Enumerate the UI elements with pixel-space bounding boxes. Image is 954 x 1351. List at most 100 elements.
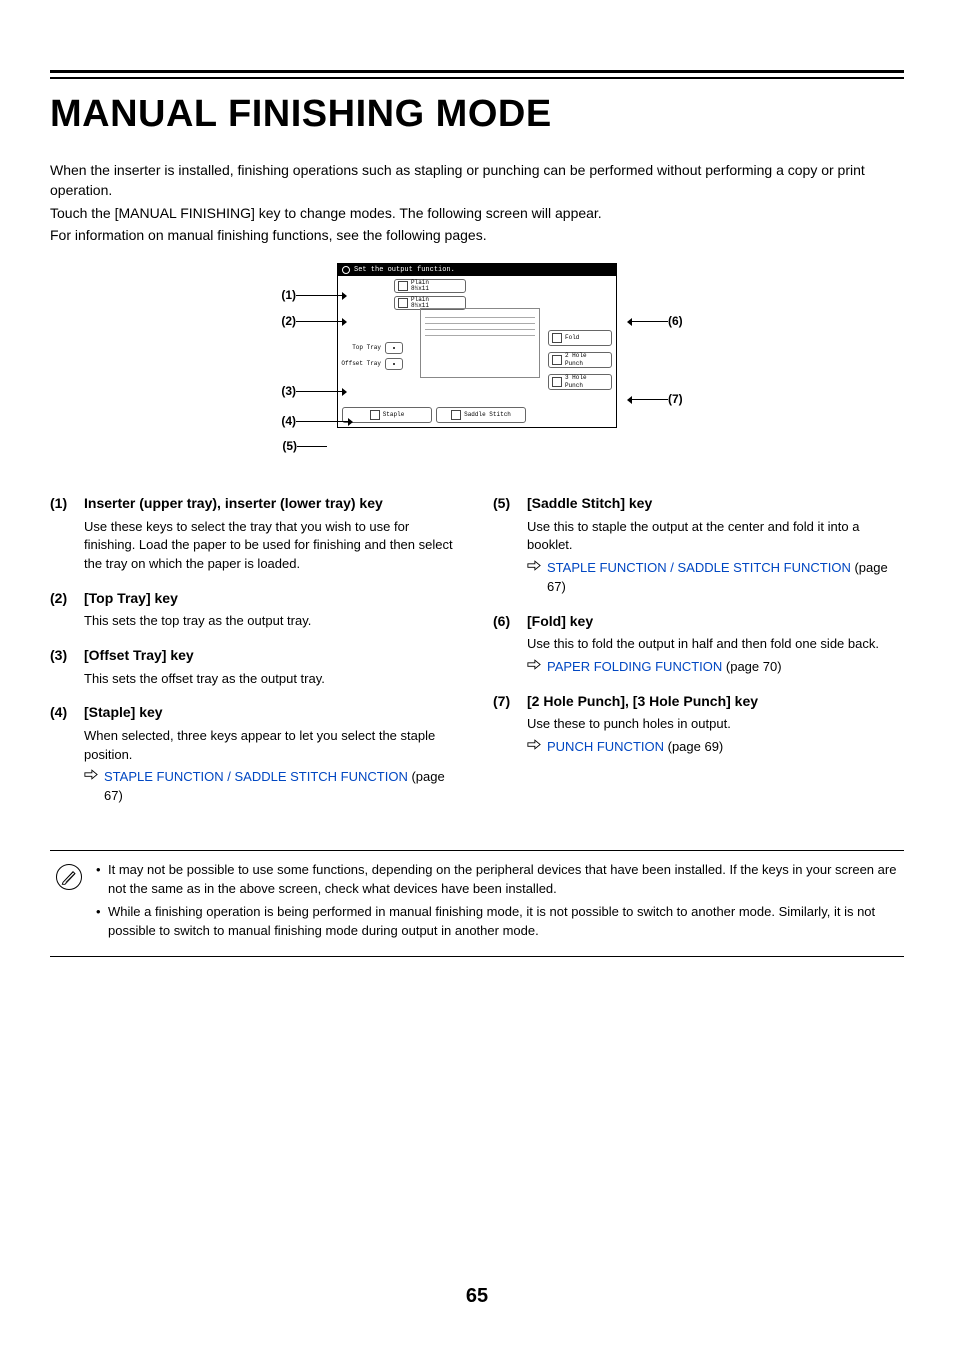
note-box: It may not be possible to use some funct… [50, 850, 904, 957]
spacer [530, 407, 612, 423]
bottom-button-group: Staple Saddle Stitch [342, 407, 612, 423]
item-7: (7) [2 Hole Punch], [3 Hole Punch] key U… [493, 691, 904, 757]
offset-tray-icon [393, 363, 395, 365]
punch-3-button[interactable]: 3 Hole Punch [548, 374, 612, 390]
link-paper-folding[interactable]: PAPER FOLDING FUNCTION [547, 659, 722, 674]
banner-text: Set the output function. [354, 265, 455, 275]
key-descriptions: (1) Inserter (upper tray), inserter (low… [50, 493, 904, 820]
right-button-group: Fold 2 Hole Punch 3 Hole Punch [548, 330, 612, 390]
right-column: (5) [Saddle Stitch] key Use this to stap… [493, 493, 904, 820]
callout-2: (2) [267, 313, 347, 330]
double-rule [50, 70, 904, 79]
top-tray-row: Top Tray [341, 342, 403, 354]
note-item: While a finishing operation is being per… [96, 903, 898, 941]
cross-ref: STAPLE FUNCTION / SADDLE STITCH FUNCTION… [84, 768, 461, 806]
item-desc: Use this to staple the output at the cen… [527, 518, 904, 556]
item-desc: Use these to punch holes in output. [527, 715, 904, 734]
note-item: It may not be possible to use some funct… [96, 861, 898, 899]
saddle-icon [451, 410, 461, 420]
item-title: [Fold] key [527, 611, 904, 631]
link-page: (page 70) [722, 659, 781, 674]
punch-icon [552, 377, 562, 387]
intro-block: When the inserter is installed, finishin… [50, 160, 904, 245]
page-title: MANUAL FINISHING MODE [50, 87, 904, 142]
item-title: [Top Tray] key [84, 588, 461, 608]
screen-banner: Set the output function. [338, 264, 616, 276]
item-num: (4) [50, 702, 84, 806]
note-list: It may not be possible to use some funct… [96, 861, 898, 944]
finishing-screen-diagram: Set the output function. Plain 8½x11 Pla… [267, 263, 687, 463]
staple-icon [370, 410, 380, 420]
inserter-upper-tray-button[interactable]: Plain 8½x11 [394, 279, 466, 293]
item-4: (4) [Staple] key When selected, three ke… [50, 702, 461, 806]
item-desc: Use this to fold the output in half and … [527, 635, 904, 654]
paper-size: 8½x11 [411, 286, 429, 292]
cross-ref: PAPER FOLDING FUNCTION (page 70) [527, 658, 904, 677]
item-desc: This sets the top tray as the output tra… [84, 612, 461, 631]
saddle-label: Saddle Stitch [464, 411, 511, 420]
page-number: 65 [0, 1282, 954, 1311]
pointer-icon [84, 769, 98, 780]
item-num: (7) [493, 691, 527, 757]
intro-p2: Touch the [MANUAL FINISHING] key to chan… [50, 203, 904, 223]
item-title: [Offset Tray] key [84, 645, 461, 665]
tray-icon [398, 281, 408, 291]
item-num: (3) [50, 645, 84, 688]
item-title: [Saddle Stitch] key [527, 493, 904, 513]
top-tray-button[interactable] [385, 342, 403, 354]
fold-label: Fold [565, 334, 579, 343]
top-tray-icon [393, 347, 395, 349]
saddle-stitch-button[interactable]: Saddle Stitch [436, 407, 526, 423]
callout-6: (6) [627, 313, 687, 330]
fold-button[interactable]: Fold [548, 330, 612, 346]
item-5: (5) [Saddle Stitch] key Use this to stap… [493, 493, 904, 597]
link-staple-saddle[interactable]: STAPLE FUNCTION / SADDLE STITCH FUNCTION [104, 769, 408, 784]
item-desc: When selected, three keys appear to let … [84, 727, 461, 765]
callout-1: (1) [267, 287, 347, 304]
link-page: (page 69) [664, 739, 723, 754]
callout-4: (4) [267, 413, 353, 430]
top-tray-label: Top Tray [341, 344, 381, 353]
offset-tray-row: Offset Tray [341, 358, 403, 370]
pointer-icon [527, 659, 541, 670]
device-screen: Set the output function. Plain 8½x11 Pla… [337, 263, 617, 428]
diagram-container: Set the output function. Plain 8½x11 Pla… [50, 263, 904, 463]
item-desc: This sets the offset tray as the output … [84, 670, 461, 689]
item-2: (2) [Top Tray] key This sets the top tra… [50, 588, 461, 631]
offset-tray-label: Offset Tray [341, 360, 381, 369]
item-6: (6) [Fold] key Use this to fold the outp… [493, 611, 904, 677]
callout-3: (3) [267, 383, 347, 400]
item-title: Inserter (upper tray), inserter (lower t… [84, 493, 461, 513]
link-punch[interactable]: PUNCH FUNCTION [547, 739, 664, 754]
intro-p1: When the inserter is installed, finishin… [50, 160, 904, 201]
cross-ref: STAPLE FUNCTION / SADDLE STITCH FUNCTION… [527, 559, 904, 597]
intro-p3: For information on manual finishing func… [50, 225, 904, 245]
cross-ref: PUNCH FUNCTION (page 69) [527, 738, 904, 757]
staple-label: Staple [383, 411, 405, 420]
globe-icon [342, 266, 350, 274]
link-staple-saddle[interactable]: STAPLE FUNCTION / SADDLE STITCH FUNCTION [547, 560, 851, 575]
item-num: (1) [50, 493, 84, 574]
staple-button[interactable]: Staple [342, 407, 432, 423]
fold-icon [552, 333, 562, 343]
pointer-icon [527, 739, 541, 750]
punch2-label: 2 Hole Punch [565, 352, 608, 369]
punch-icon [552, 355, 562, 365]
callout-7: (7) [627, 391, 687, 408]
left-column: (1) Inserter (upper tray), inserter (low… [50, 493, 461, 820]
pointer-icon [527, 560, 541, 571]
item-num: (2) [50, 588, 84, 631]
punch3-label: 3 Hole Punch [565, 374, 608, 391]
punch-2-button[interactable]: 2 Hole Punch [548, 352, 612, 368]
offset-tray-button[interactable] [385, 358, 403, 370]
note-icon [56, 864, 82, 890]
machine-illustration [420, 308, 540, 378]
item-desc: Use these keys to select the tray that y… [84, 518, 461, 575]
item-title: [Staple] key [84, 702, 461, 722]
item-num: (6) [493, 611, 527, 677]
item-1: (1) Inserter (upper tray), inserter (low… [50, 493, 461, 574]
item-3: (3) [Offset Tray] key This sets the offs… [50, 645, 461, 688]
tray-icon [398, 298, 408, 308]
item-title: [2 Hole Punch], [3 Hole Punch] key [527, 691, 904, 711]
callout-5: (5) [267, 438, 327, 455]
